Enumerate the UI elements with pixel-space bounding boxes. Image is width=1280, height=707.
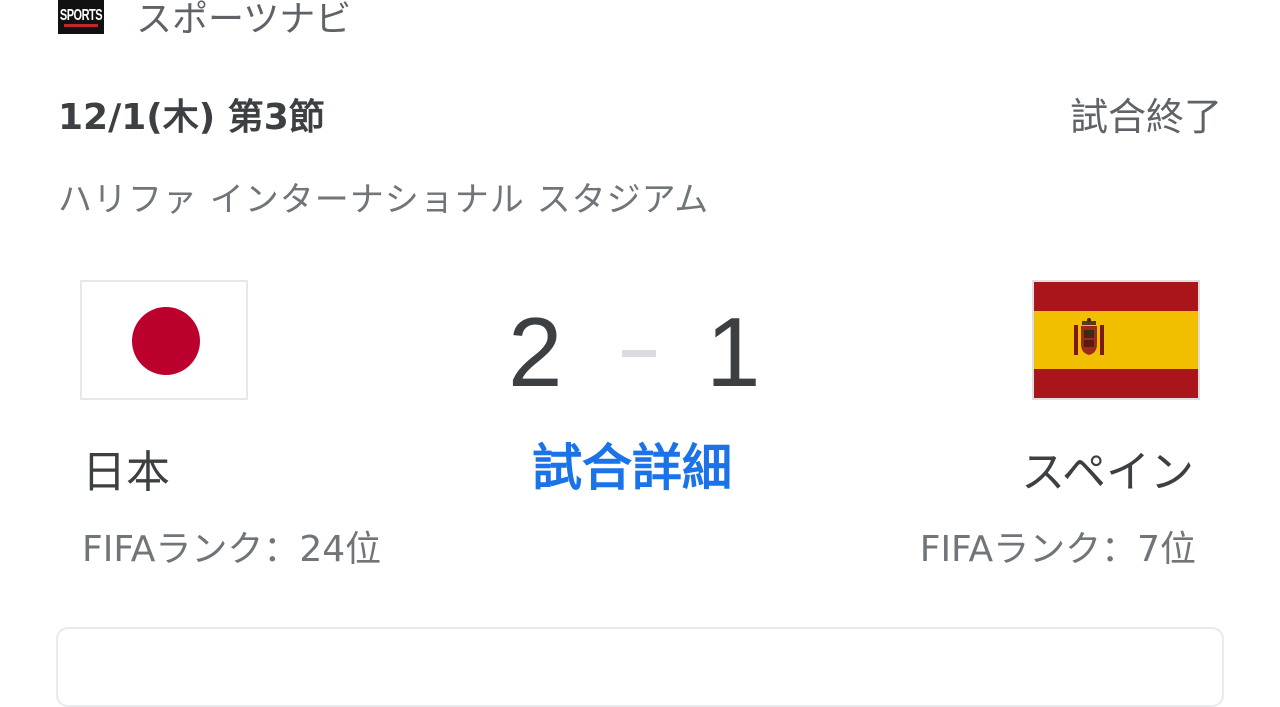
match-venue: ハリファ インターナショナル スタジアム [58, 180, 710, 220]
next-card[interactable] [56, 627, 1224, 707]
logo-bar [64, 24, 98, 27]
spain-flag-middle-stripe [1034, 311, 1198, 369]
japan-flag-icon [80, 280, 248, 400]
logo-text: SPORTS [59, 7, 103, 25]
japan-flag-disc [132, 307, 200, 375]
match-status: 試合終了 [1069, 95, 1222, 139]
source-name[interactable]: スポーツナビ [136, 0, 351, 42]
score-separator [622, 350, 656, 357]
spain-flag-bottom-stripe [1034, 369, 1198, 398]
sportsnavi-logo: SPORTS [58, 0, 104, 34]
source-header[interactable]: SPORTS スポーツナビ [58, 0, 351, 40]
away-team-name[interactable]: スペイン [1021, 436, 1194, 500]
home-score: 2 [508, 297, 563, 407]
away-fifa-rank: FIFAランク：7位 [919, 529, 1196, 570]
match-date-round: 12/1(木) 第3節 [58, 97, 325, 138]
spain-coat-of-arms-icon [1074, 318, 1104, 355]
home-fifa-rank: FIFAランク：24位 [82, 529, 382, 570]
home-team-name[interactable]: 日本 [82, 436, 170, 500]
spain-flag-top-stripe [1034, 282, 1198, 311]
away-score: 1 [706, 297, 761, 407]
match-details-link[interactable]: 試合詳細 [532, 428, 732, 500]
spain-flag-icon [1032, 280, 1200, 400]
